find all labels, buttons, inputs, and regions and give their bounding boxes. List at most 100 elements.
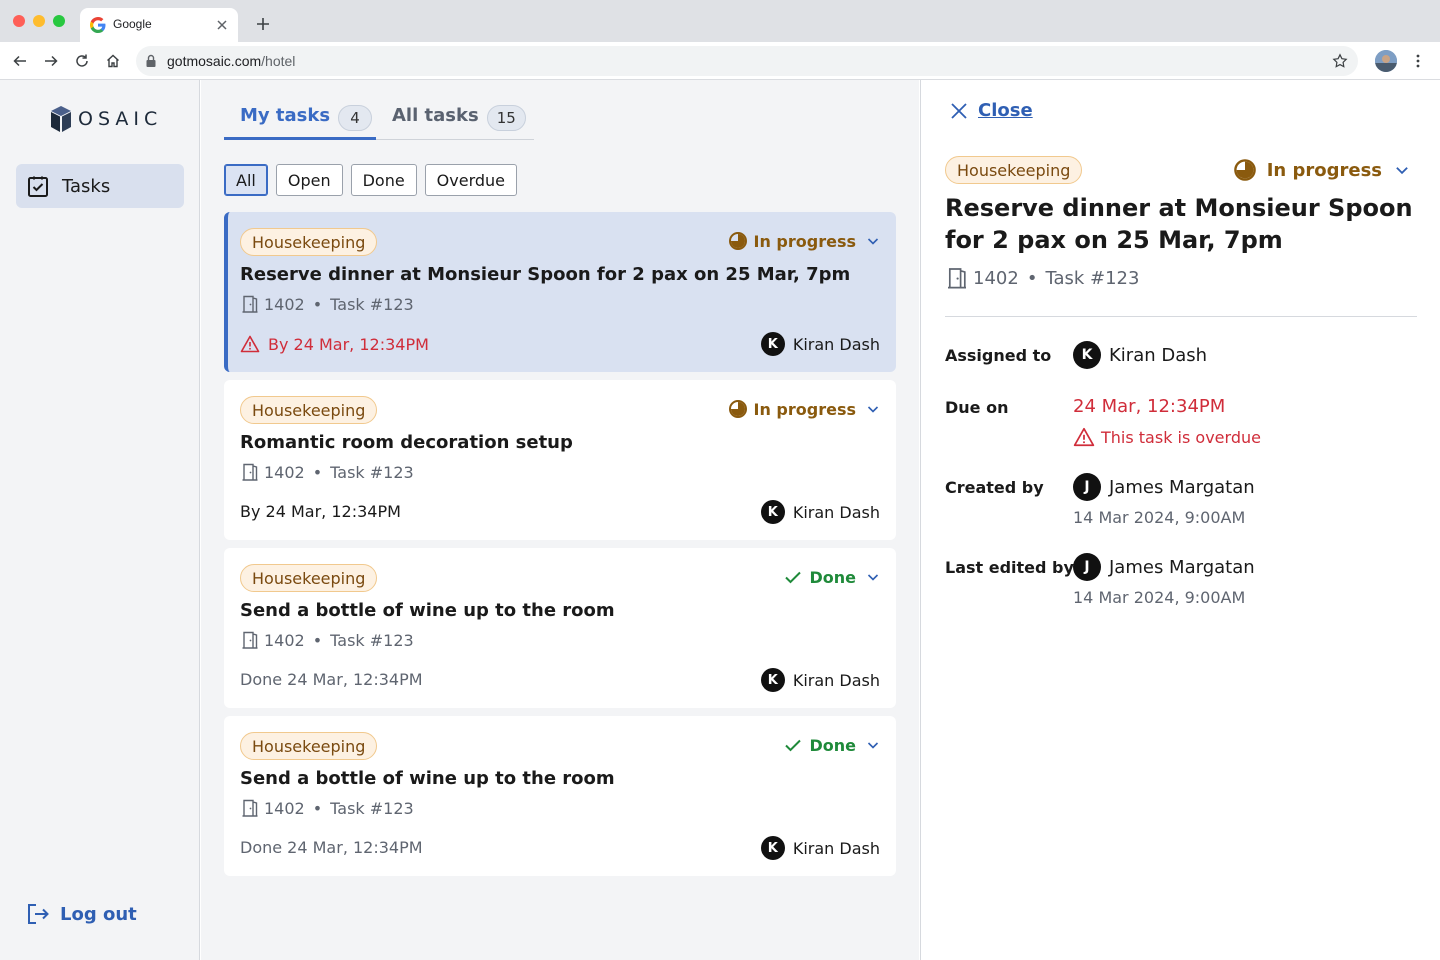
assignee-name: Kiran Dash <box>792 334 880 354</box>
assigned-name: Kiran Dash <box>1109 344 1208 366</box>
overdue-text: This task is overdue <box>1101 427 1261 447</box>
room-number: 1402 <box>264 294 305 314</box>
filter-open[interactable]: Open <box>275 164 343 196</box>
filter-all[interactable]: All <box>224 164 268 196</box>
checkmark-icon <box>785 739 802 752</box>
task-title: Romantic room decoration setup <box>240 432 573 453</box>
status-label: In progress <box>1266 159 1382 181</box>
browser-toolbar: gotmosaic.com/hotel <box>0 42 1440 80</box>
assignee: K Kiran Dash <box>760 836 880 860</box>
edited-label: Last edited by <box>945 558 1074 577</box>
chevron-down-icon <box>867 574 879 581</box>
mosaic-logo-icon <box>51 106 71 132</box>
profile-photo-icon <box>1375 50 1397 72</box>
tab-my-tasks[interactable]: My tasks 4 <box>224 102 376 140</box>
status-dropdown[interactable]: Done <box>783 567 880 587</box>
profile-avatar[interactable] <box>1375 50 1397 72</box>
chevron-down-icon <box>1396 167 1408 175</box>
assignee-name: Kiran Dash <box>792 838 880 858</box>
due-text: Done 24 Mar, 12:34PM <box>240 838 423 857</box>
task-tabs: My tasks 4 All tasks 15 <box>224 102 534 140</box>
due-value: 24 Mar, 12:34PM <box>1073 396 1226 417</box>
warning-icon <box>240 335 260 353</box>
avatar: K <box>760 332 785 356</box>
chevron-down-icon <box>867 742 879 749</box>
created-time: 14 Mar 2024, 9:00AM <box>1073 508 1246 527</box>
assignee: K Kiran Dash <box>760 332 880 356</box>
door-icon <box>242 463 258 481</box>
avatar: J <box>1073 473 1101 501</box>
task-list-panel: My tasks 4 All tasks 15 All Open Done Ov… <box>201 80 919 960</box>
status-label: Done <box>809 735 856 755</box>
filter-overdue[interactable]: Overdue <box>424 164 518 196</box>
task-number: Task #123 <box>1045 267 1140 289</box>
browser-tabstrip: Google <box>0 0 1440 42</box>
meta-separator: • <box>312 630 323 650</box>
created-label: Created by <box>945 478 1044 497</box>
sidebar-item-tasks[interactable]: Tasks <box>16 164 184 208</box>
task-meta: 1402 • Task #123 <box>240 798 414 818</box>
task-card[interactable]: Housekeeping In progress Romantic room d… <box>224 380 896 540</box>
status-dropdown[interactable]: Done <box>783 735 880 755</box>
created-name: James Margatan <box>1109 476 1255 498</box>
filter-done[interactable]: Done <box>350 164 417 196</box>
room-number: 1402 <box>264 462 305 482</box>
category-badge: Housekeeping <box>240 396 378 424</box>
sidebar-item-label: Tasks <box>62 175 111 197</box>
more-menu-icon[interactable] <box>1410 53 1426 69</box>
close-tab-icon[interactable] <box>215 18 229 32</box>
task-number: Task #123 <box>330 630 414 650</box>
due-date: Done 24 Mar, 12:34PM <box>240 670 423 689</box>
edited-name: James Margatan <box>1109 556 1255 578</box>
room-number: 1402 <box>973 267 1019 289</box>
task-detail-panel: Close Housekeeping In progress Reserve d… <box>920 80 1440 960</box>
bookmark-star-icon[interactable] <box>1332 53 1348 69</box>
assignee: K Kiran Dash <box>760 668 880 692</box>
status-dropdown[interactable]: In progress <box>728 399 881 419</box>
task-card[interactable]: Housekeeping Done Send a bottle of wine … <box>224 548 896 708</box>
task-title: Send a bottle of wine up to the room <box>240 768 615 789</box>
meta-separator: • <box>312 462 323 482</box>
close-label: Close <box>978 100 1033 121</box>
forward-arrow-icon[interactable] <box>43 53 59 69</box>
back-arrow-icon[interactable] <box>12 53 28 69</box>
task-card[interactable]: Housekeeping In progress Reserve dinner … <box>224 212 896 372</box>
window-minimize-button[interactable] <box>33 15 45 27</box>
task-title: Reserve dinner at Monsieur Spoon for 2 p… <box>240 264 851 285</box>
room-number: 1402 <box>264 798 305 818</box>
url-text: gotmosaic.com/hotel <box>167 53 296 69</box>
address-bar[interactable]: gotmosaic.com/hotel <box>136 46 1358 76</box>
browser-tab[interactable]: Google <box>80 8 238 42</box>
logout-icon <box>28 904 49 924</box>
status-label: Done <box>809 567 856 587</box>
category-badge: Housekeeping <box>945 156 1083 184</box>
status-dropdown[interactable]: In progress <box>1233 158 1410 182</box>
due-date: Done 24 Mar, 12:34PM <box>240 838 423 857</box>
in-progress-icon <box>1233 159 1256 181</box>
meta-separator: • <box>312 798 323 818</box>
task-number: Task #123 <box>330 462 414 482</box>
tab-all-tasks[interactable]: All tasks 15 <box>392 102 526 140</box>
assigned-value[interactable]: K Kiran Dash <box>1073 341 1207 369</box>
chevron-down-icon <box>867 238 879 245</box>
avatar: K <box>1073 341 1101 369</box>
due-text: By 24 Mar, 12:34PM <box>240 502 401 521</box>
reload-icon[interactable] <box>74 53 90 69</box>
task-meta: 1402 • Task #123 <box>240 462 414 482</box>
home-icon[interactable] <box>105 53 121 69</box>
new-tab-icon[interactable] <box>255 16 271 32</box>
created-value: J James Margatan <box>1073 473 1255 501</box>
status-label: In progress <box>753 399 857 419</box>
category-badge: Housekeeping <box>240 564 378 592</box>
warning-icon <box>1073 427 1095 447</box>
window-zoom-button[interactable] <box>53 15 65 27</box>
tab-label: My tasks <box>240 105 331 126</box>
task-card[interactable]: Housekeeping Done Send a bottle of wine … <box>224 716 896 876</box>
window-close-button[interactable] <box>13 15 25 27</box>
status-dropdown[interactable]: In progress <box>728 231 881 251</box>
due-label: Due on <box>945 398 1009 417</box>
avatar: K <box>760 668 785 692</box>
avatar: K <box>760 500 785 524</box>
logout-button[interactable]: Log out <box>26 902 137 926</box>
close-button[interactable]: Close <box>949 100 1033 121</box>
